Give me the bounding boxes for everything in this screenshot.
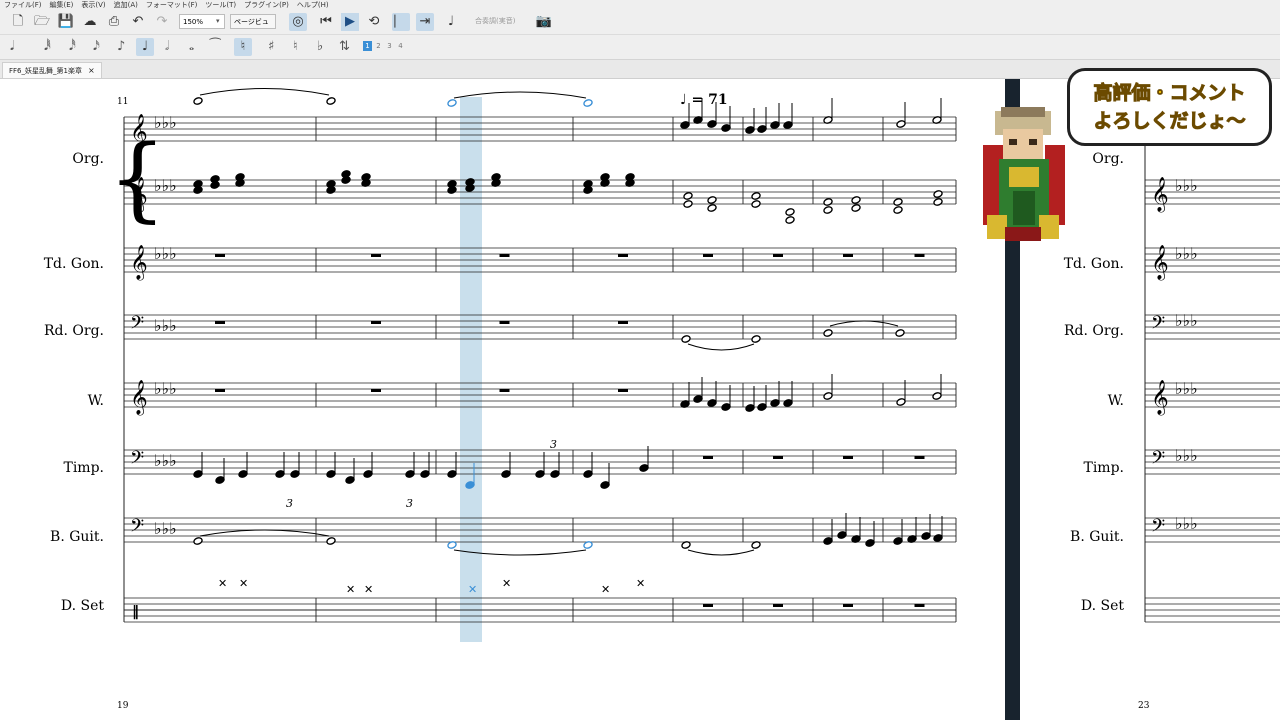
menu-edit[interactable]: 編集(E) <box>46 0 78 10</box>
loop-out-icon[interactable]: ⇥ <box>416 13 434 31</box>
menu-view[interactable]: 表示(V) <box>77 0 109 10</box>
natural-toggle-icon[interactable]: ♮ <box>234 38 252 56</box>
loop-icon[interactable]: ⟲ <box>365 13 383 31</box>
tie-icon[interactable]: ⁀ <box>210 38 220 56</box>
menu-plugins[interactable]: プラグイン(P) <box>240 0 293 10</box>
close-icon[interactable]: × <box>88 66 95 75</box>
menu-format[interactable]: フォーマット(F) <box>142 0 202 10</box>
rewind-icon[interactable]: ⏮ <box>317 13 335 31</box>
bubble-line-1: 高評価・コメント <box>1093 82 1246 105</box>
view-mode-select[interactable]: ページビュー <box>230 14 276 41</box>
pixel-character-avatar <box>975 105 1071 247</box>
natural-icon[interactable]: ♮ <box>293 38 298 56</box>
bubble-line-2: よろしくだじょ〜 <box>1093 110 1246 133</box>
score-page[interactable] <box>0 79 1006 720</box>
comment-speech-bubble: 高評価・コメント よろしくだじょ〜 <box>1067 68 1272 146</box>
note-eighth-icon[interactable]: ♪ <box>117 38 125 56</box>
loop-in-icon[interactable]: ⎸ <box>392 13 410 31</box>
menu-add[interactable]: 追加(A) <box>110 0 142 10</box>
main-toolbar: 🗋 🗁 💾 ☁ ⎙ ↶ ↷ 150% ▾ ページビュー ◎ ⏮ ▶ ⟲ ⎸ ⇥ … <box>0 10 1280 41</box>
note-16th-icon[interactable]: 𝅘𝅥𝅯 <box>93 38 100 56</box>
voice-1-tab[interactable]: 1 <box>363 41 372 51</box>
sharp-icon[interactable]: ♯ <box>268 38 274 56</box>
note-input-toolbar: 𝅘𝅥 𝅘𝅥𝅱 𝅘𝅥𝅰 𝅘𝅥𝅯 ♪ ♩ 𝅗𝅥 𝅝 ⁀ ♮ ♯ ♮ ♭ ⇅ 1 2 … <box>0 35 1280 60</box>
menu-file[interactable]: ファイル(F) <box>0 0 46 10</box>
note-half-icon[interactable]: 𝅗𝅥 <box>165 38 169 56</box>
new-file-icon[interactable]: 🗋 <box>9 13 27 31</box>
play-icon[interactable]: ▶ <box>341 13 359 31</box>
flip-direction-icon[interactable]: ⇅ <box>339 38 350 56</box>
save-icon[interactable]: 💾 <box>57 13 75 31</box>
redo-icon[interactable]: ↷ <box>153 13 171 31</box>
camera-icon[interactable]: 📷 <box>535 13 553 31</box>
flat-icon[interactable]: ♭ <box>317 38 323 56</box>
undo-icon[interactable]: ↶ <box>129 13 147 31</box>
document-tab-label: FF6_妖星乱舞_第1楽章 <box>9 67 82 75</box>
note-quarter-icon[interactable]: ♩ <box>136 38 154 56</box>
menu-tools[interactable]: ツール(T) <box>201 0 240 10</box>
midi-input-icon[interactable]: ◎ <box>289 13 307 31</box>
document-tab[interactable]: FF6_妖星乱舞_第1楽章 × <box>2 62 102 78</box>
metronome-icon[interactable]: ♩ <box>442 13 460 31</box>
zoom-dropdown-icon[interactable]: ▾ <box>216 14 226 29</box>
voice-3-tab[interactable]: 3 <box>385 41 394 51</box>
note-64th-icon[interactable]: 𝅘𝅥𝅱 <box>44 38 51 56</box>
note-whole-icon[interactable]: 𝅝 <box>189 38 194 56</box>
cloud-upload-icon[interactable]: ☁ <box>81 13 99 31</box>
note-input-icon[interactable]: 𝅘𝅥 <box>10 38 14 56</box>
print-icon[interactable]: ⎙ <box>105 13 123 31</box>
voice-4-tab[interactable]: 4 <box>396 41 405 51</box>
note-32nd-icon[interactable]: 𝅘𝅥𝅰 <box>69 38 76 56</box>
voice-2-tab[interactable]: 2 <box>374 41 383 51</box>
menu-help[interactable]: ヘルプ(H) <box>293 0 333 10</box>
menu-bar: ファイル(F) 編集(E) 表示(V) 追加(A) フォーマット(F) ツール(T) プラグ… <box>0 0 1280 10</box>
open-folder-icon[interactable]: 🗁 <box>33 13 51 31</box>
concert-pitch-toggle[interactable]: 合奏調(実音) <box>475 16 515 26</box>
